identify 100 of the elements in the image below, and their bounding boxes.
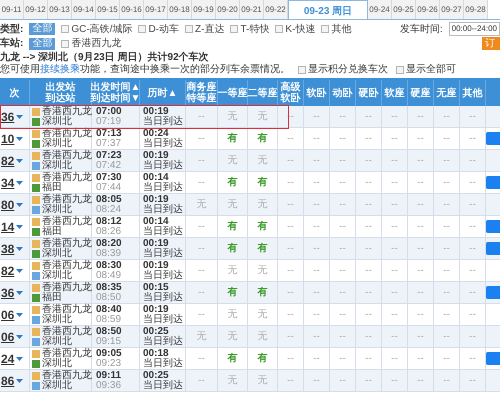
date-tab[interactable]: 09-20 [216, 0, 240, 19]
checkbox[interactable] [185, 25, 194, 33]
arrival-station: 深圳北 [42, 204, 72, 214]
departure-time: 07:23 [96, 150, 123, 160]
checkbox[interactable] [61, 40, 70, 48]
seat-availability: 有 [228, 286, 238, 300]
train-number-link[interactable]: 82 [1, 152, 14, 170]
date-tab[interactable]: 09-14 [72, 0, 96, 19]
duration: 00:15 [143, 282, 169, 292]
seat-availability: -- [313, 220, 320, 234]
train-number-link[interactable]: 80 [1, 196, 14, 214]
date-tab[interactable]: 09-28 [464, 0, 488, 19]
seat-availability: -- [365, 220, 372, 234]
train-number-link[interactable]: 34 [1, 174, 14, 192]
train-type-option[interactable]: Z-直达 [185, 22, 224, 36]
date-tab[interactable]: 09-13 [48, 0, 72, 19]
date-tab[interactable]: 09-27 [440, 0, 464, 19]
departure-time: 08:05 [96, 194, 123, 204]
origin-station-icon [32, 350, 40, 358]
date-tab[interactable]: 09-19 [192, 0, 216, 19]
train-number-link[interactable]: 82 [1, 262, 14, 280]
date-tab[interactable]: 09-26 [416, 0, 440, 19]
caret-icon[interactable] [16, 114, 24, 118]
checkbox[interactable] [230, 25, 238, 33]
caret-icon[interactable] [16, 334, 24, 338]
caret-icon[interactable] [16, 180, 24, 184]
arrival-time: 08:50 [96, 292, 122, 302]
seat-availability: -- [391, 176, 398, 190]
duration: 00:25 [143, 370, 169, 380]
date-tab[interactable]: 09-16 [120, 0, 144, 19]
date-tab[interactable]: 09-17 [144, 0, 168, 19]
train-number-link[interactable]: 36 [1, 108, 14, 126]
seat-availability: -- [313, 286, 320, 300]
date-tab[interactable]: 09-22 [264, 0, 288, 19]
train-number-link[interactable]: 06 [1, 306, 14, 324]
train-number-link[interactable]: 38 [1, 240, 14, 258]
seat-availability: 有 [258, 176, 268, 190]
departure-station: 香港西九龙 [42, 106, 92, 116]
date-tab[interactable]: 09-21 [240, 0, 264, 19]
seat-availability: -- [391, 198, 398, 212]
checkbox[interactable] [275, 25, 284, 33]
caret-icon[interactable] [16, 136, 24, 140]
seat-availability: -- [417, 330, 424, 344]
date-tab[interactable]: 09-25 [392, 0, 416, 19]
caret-icon[interactable] [16, 312, 24, 316]
seat-availability: 无 [228, 330, 238, 344]
checkbox[interactable] [298, 66, 306, 74]
caret-icon[interactable] [16, 268, 24, 272]
date-tab[interactable]: 09-12 [24, 0, 48, 19]
checkbox[interactable] [61, 25, 70, 33]
train-number-link[interactable]: 14 [1, 218, 14, 236]
train-number-link[interactable]: 06 [1, 328, 14, 346]
date-tab[interactable]: 09-15 [96, 0, 120, 19]
train-type-option[interactable]: D-动车 [138, 22, 180, 36]
train-number-link[interactable]: 36 [1, 284, 14, 302]
departure-time-select[interactable]: 00:00--24:00 [448, 22, 500, 36]
route-summary: 九龙 --> 深圳北（9月23日 周日）共计92个车次 [0, 52, 209, 64]
seat-availability: 无 [196, 330, 206, 344]
departure-station: 香港西九龙 [42, 194, 92, 204]
train-number-link[interactable]: 86 [1, 372, 14, 390]
station-option[interactable]: 香港西九龙 [61, 36, 122, 51]
caret-icon[interactable] [16, 246, 24, 250]
seat-availability: -- [287, 286, 294, 300]
display-option[interactable]: 显示积分兑换车次 [298, 64, 388, 76]
train-type-option[interactable]: GC-高铁/城际 [61, 22, 132, 36]
caret-icon[interactable] [16, 290, 24, 294]
caret-icon[interactable] [16, 356, 24, 360]
train-type-option[interactable]: T-特快 [230, 22, 270, 36]
checkbox[interactable] [396, 66, 404, 74]
arrival-day: 当日到达 [143, 248, 185, 258]
checkbox[interactable] [321, 25, 330, 33]
departure-time: 07:00 [96, 106, 123, 116]
seat-availability: -- [443, 286, 450, 300]
caret-icon[interactable] [16, 202, 24, 206]
arrival-station: 深圳北 [42, 116, 72, 126]
seat-availability: -- [443, 110, 450, 124]
seat-availability: 有 [228, 132, 238, 146]
arrival-time: 08:49 [96, 270, 122, 280]
caret-icon[interactable] [16, 158, 24, 162]
seat-availability: -- [365, 352, 372, 366]
train-type-option[interactable]: 其他 [321, 22, 352, 36]
duration: 00:14 [143, 172, 169, 182]
duration: 00:24 [143, 128, 169, 138]
date-tab[interactable]: 09-24 [368, 0, 392, 19]
transfer-link[interactable]: 接续换乘 [40, 64, 80, 75]
seat-availability: -- [391, 374, 398, 388]
departure-station: 香港西九龙 [42, 150, 92, 160]
display-option[interactable]: 显示全部可 [396, 64, 456, 76]
date-tab[interactable]: 09-18 [168, 0, 192, 19]
train-type-option[interactable]: K-快速 [275, 22, 316, 36]
train-number-link[interactable]: 24 [1, 350, 14, 368]
caret-icon[interactable] [16, 224, 24, 228]
seat-availability: -- [339, 220, 346, 234]
seat-availability: -- [443, 374, 450, 388]
date-tab[interactable]: 09-11 [0, 0, 24, 19]
train-number-link[interactable]: 10 [1, 130, 14, 148]
checkbox[interactable] [138, 25, 146, 33]
seat-availability: -- [287, 242, 294, 256]
caret-icon[interactable] [16, 378, 24, 382]
departure-time: 09:05 [96, 348, 123, 358]
